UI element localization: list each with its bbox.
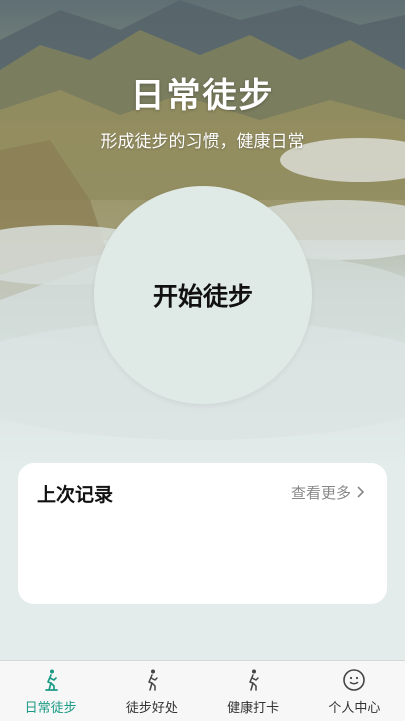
record-title: 上次记录: [37, 484, 114, 506]
start-walking-button[interactable]: 开始徒步: [94, 186, 312, 404]
last-record-card: 上次记录 查看更多: [18, 463, 387, 604]
tab-label: 日常徒步: [24, 701, 77, 716]
view-more-link[interactable]: 查看更多: [291, 482, 365, 503]
tab-profile[interactable]: 个人中心: [304, 661, 405, 721]
chevron-right-icon: [355, 484, 365, 502]
tab-label: 徒步好处: [125, 701, 178, 716]
walking-person-icon: [148, 669, 158, 691]
walking-person-icon: [249, 669, 259, 691]
tab-label: 个人中心: [328, 701, 381, 716]
view-more-label: 查看更多: [290, 484, 351, 502]
tab-walking-benefits[interactable]: 徒步好处: [101, 661, 202, 721]
page-title: 日常徒步: [130, 76, 275, 116]
walking-person-icon: [44, 669, 58, 691]
smiley-face-icon: [343, 669, 366, 691]
tab-label: 健康打卡: [227, 701, 280, 716]
tab-health-checkin[interactable]: 健康打卡: [203, 661, 304, 721]
bottom-tab-bar: 日常徒步 徒步好处 健康打卡 个人中心: [0, 660, 405, 721]
start-walking-label: 开始徒步: [152, 282, 253, 311]
tab-daily-walk[interactable]: 日常徒步: [0, 661, 101, 721]
page-subtitle: 形成徒步的习惯，健康日常: [100, 132, 305, 152]
